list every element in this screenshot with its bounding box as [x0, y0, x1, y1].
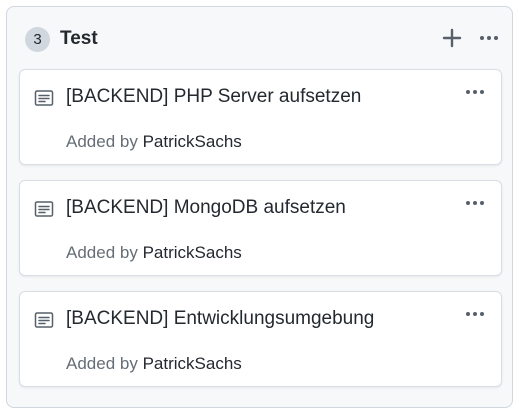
add-card-button[interactable] [437, 23, 467, 53]
note-card[interactable]: [BACKEND] Entwicklungsumgebung Added by … [19, 291, 502, 387]
kebab-horizontal-icon [466, 312, 484, 316]
plus-icon [442, 28, 462, 48]
card-menu-button[interactable] [461, 189, 489, 217]
project-column: 3 Test [BACKEND] PHP Server aufsetzen Ad… [6, 6, 513, 408]
note-icon [34, 201, 54, 217]
card-meta: Added by PatrickSachs [66, 130, 242, 154]
column-header: 3 Test [7, 7, 512, 69]
note-icon [34, 90, 54, 106]
kebab-horizontal-icon [466, 90, 484, 94]
added-by-label: Added by [66, 354, 138, 373]
note-card[interactable]: [BACKEND] MongoDB aufsetzen Added by Pat… [19, 180, 502, 276]
card-title: [BACKEND] MongoDB aufsetzen [66, 197, 346, 218]
card-meta: Added by PatrickSachs [66, 241, 242, 265]
author-name[interactable]: PatrickSachs [143, 354, 242, 373]
card-menu-button[interactable] [461, 300, 489, 328]
added-by-label: Added by [66, 243, 138, 262]
column-menu-button[interactable] [474, 23, 504, 53]
note-icon [34, 312, 54, 328]
card-title: [BACKEND] PHP Server aufsetzen [66, 86, 362, 107]
added-by-label: Added by [66, 132, 138, 151]
card-menu-button[interactable] [461, 78, 489, 106]
card-count-badge: 3 [25, 27, 50, 52]
author-name[interactable]: PatrickSachs [143, 132, 242, 151]
kebab-horizontal-icon [466, 201, 484, 205]
note-card[interactable]: [BACKEND] PHP Server aufsetzen Added by … [19, 69, 502, 165]
card-meta: Added by PatrickSachs [66, 352, 242, 376]
author-name[interactable]: PatrickSachs [143, 243, 242, 262]
card-title: [BACKEND] Entwicklungsumgebung [66, 308, 375, 329]
column-title: Test [60, 28, 98, 49]
kebab-horizontal-icon [480, 36, 498, 40]
